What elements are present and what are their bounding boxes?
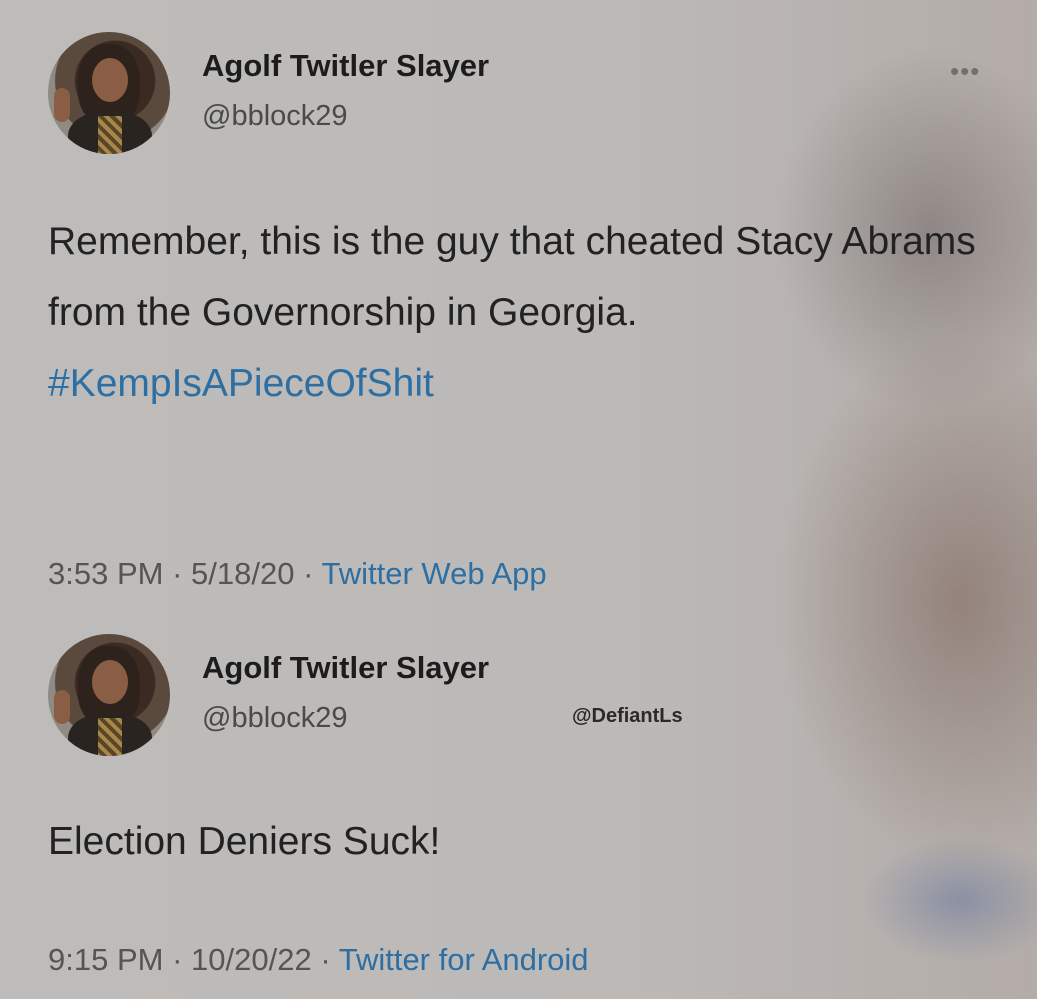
meta-separator: · <box>320 942 331 977</box>
tweet-meta: 3:53 PM · 5/18/20 · Twitter Web App <box>48 556 547 592</box>
display-name[interactable]: Agolf Twitler Slayer <box>202 48 489 84</box>
avatar[interactable] <box>48 634 170 756</box>
meta-separator: · <box>172 942 183 977</box>
user-handle[interactable]: @bblock29 <box>202 702 348 735</box>
meta-separator: · <box>172 556 183 591</box>
display-name[interactable]: Agolf Twitler Slayer <box>202 650 489 686</box>
tweet-source[interactable]: Twitter Web App <box>321 556 546 591</box>
tweet-time[interactable]: 9:15 PM <box>48 942 163 977</box>
tweet-body: Remember, this is the guy that cheated S… <box>48 220 976 334</box>
tweet-text: Remember, this is the guy that cheated S… <box>48 206 1008 419</box>
more-options-icon[interactable]: ••• <box>950 56 980 87</box>
avatar[interactable] <box>48 32 170 154</box>
tweet-time[interactable]: 3:53 PM <box>48 556 163 591</box>
tweet-source[interactable]: Twitter for Android <box>339 942 589 977</box>
tweet-meta: 9:15 PM · 10/20/22 · Twitter for Android <box>48 942 589 978</box>
hashtag-link[interactable]: #KempIsAPieceOfShit <box>48 348 1008 419</box>
tweet-date[interactable]: 5/18/20 <box>191 556 294 591</box>
user-handle[interactable]: @bblock29 <box>202 100 348 133</box>
watermark: @DefiantLs <box>572 705 683 727</box>
tweet-text: Election Deniers Suck! <box>48 820 441 863</box>
meta-separator: · <box>303 556 314 591</box>
tweet-date[interactable]: 10/20/22 <box>191 942 312 977</box>
